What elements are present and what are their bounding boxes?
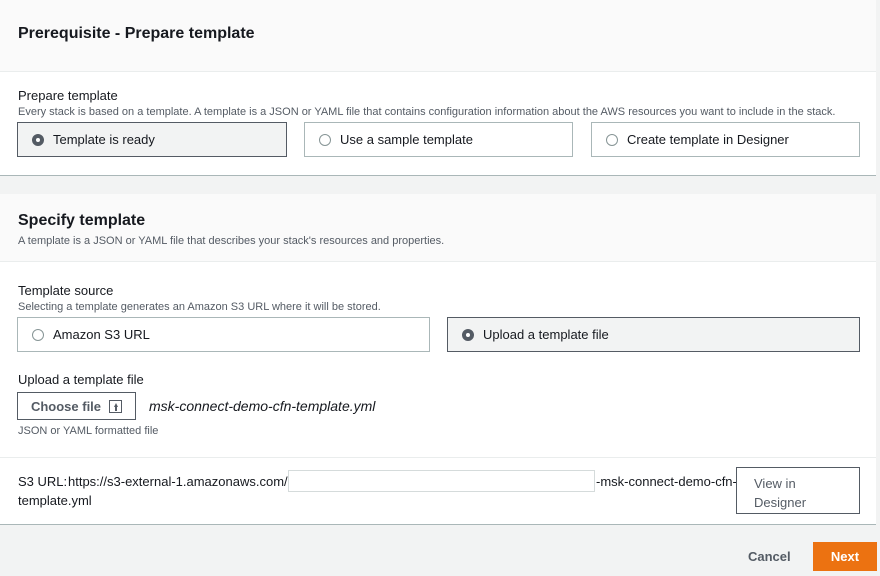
option-create-template-in-designer[interactable]: Create template in Designer bbox=[591, 122, 860, 157]
cancel-button[interactable]: Cancel bbox=[748, 549, 791, 564]
radio-unselected-icon bbox=[319, 133, 331, 146]
radio-unselected-icon bbox=[32, 328, 44, 341]
view-in-designer-button[interactable]: View in Designer bbox=[736, 467, 860, 514]
option-upload-template-file[interactable]: Upload a template file bbox=[447, 317, 860, 352]
next-button[interactable]: Next bbox=[813, 542, 877, 571]
option-label: Template is ready bbox=[53, 132, 155, 147]
option-template-is-ready[interactable]: Template is ready bbox=[17, 122, 287, 157]
redacted-url-segment bbox=[288, 470, 595, 492]
s3-url-end: -msk-connect-demo-cfn- bbox=[596, 474, 737, 489]
view-in-designer-line2: Designer bbox=[754, 495, 807, 510]
upload-hint: JSON or YAML formatted file bbox=[18, 425, 159, 437]
option-label: Upload a template file bbox=[483, 327, 609, 342]
radio-selected-icon bbox=[462, 328, 474, 341]
choose-file-button[interactable]: Choose file bbox=[17, 392, 136, 420]
option-label: Amazon S3 URL bbox=[53, 327, 150, 342]
specify-template-description: A template is a JSON or YAML file that d… bbox=[18, 235, 445, 247]
s3-url-start: https://s3-external-1.amazonaws.com/c bbox=[68, 474, 295, 489]
template-source-label: Template source bbox=[18, 283, 114, 298]
option-label: Create template in Designer bbox=[627, 132, 789, 147]
radio-unselected-icon bbox=[606, 133, 618, 146]
view-in-designer-line1: View in bbox=[754, 476, 796, 491]
selected-file-name: msk-connect-demo-cfn-template.yml bbox=[149, 398, 376, 414]
upload-file-label: Upload a template file bbox=[18, 372, 144, 387]
choose-file-label: Choose file bbox=[30, 398, 102, 414]
radio-selected-icon bbox=[32, 133, 44, 146]
divider bbox=[0, 457, 876, 458]
option-label: Use a sample template bbox=[340, 132, 473, 147]
specify-template-header: Specify template A template is a JSON or… bbox=[0, 194, 876, 262]
option-use-sample-template[interactable]: Use a sample template bbox=[304, 122, 573, 157]
template-source-description: Selecting a template generates an Amazon… bbox=[18, 301, 381, 313]
option-amazon-s3-url[interactable]: Amazon S3 URL bbox=[17, 317, 430, 352]
prepare-template-description: Every stack is based on a template. A te… bbox=[18, 106, 836, 118]
upload-icon bbox=[109, 399, 123, 413]
specify-template-title: Specify template bbox=[18, 212, 146, 229]
s3-url-label: S3 URL: bbox=[18, 474, 68, 489]
prerequisite-title: Prerequisite - Prepare template bbox=[18, 25, 255, 42]
s3-url-continuation: template.yml bbox=[18, 493, 92, 508]
prerequisite-header: Prerequisite - Prepare template bbox=[0, 0, 876, 72]
prepare-template-label: Prepare template bbox=[18, 88, 118, 103]
